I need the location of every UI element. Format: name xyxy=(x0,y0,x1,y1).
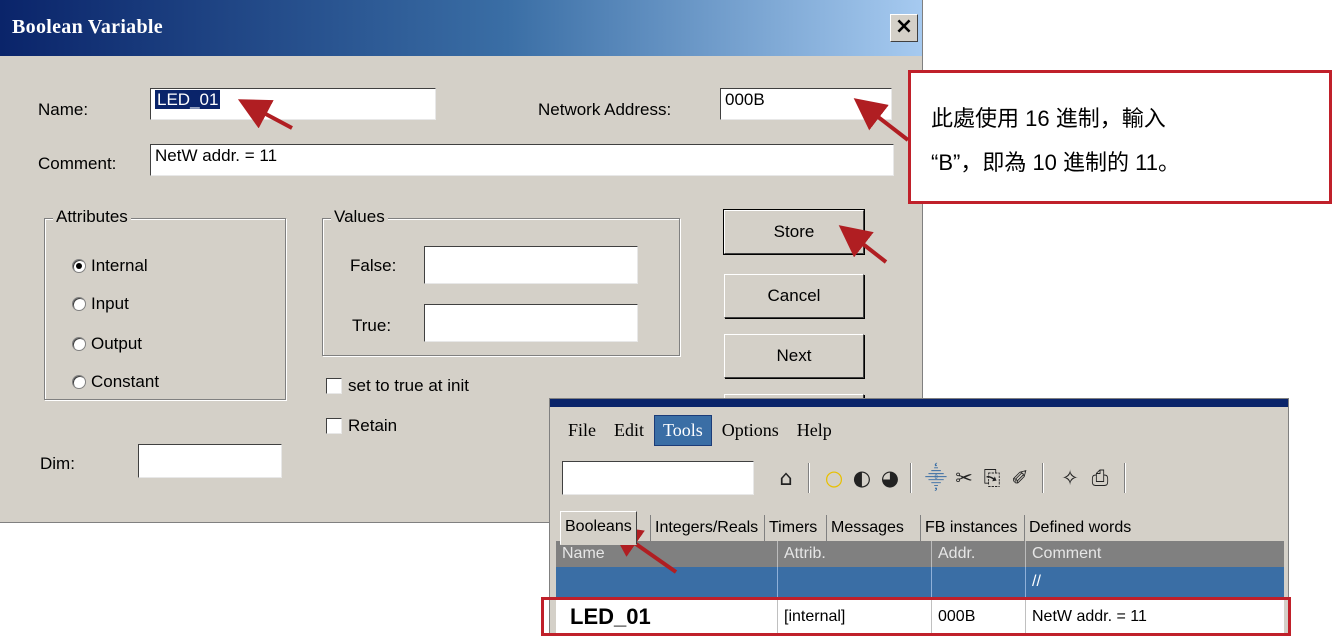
set-true-at-init-checkbox[interactable]: set to true at init xyxy=(326,376,469,396)
retain-label: Retain xyxy=(348,416,398,435)
copy-icon[interactable]: ⎘ xyxy=(978,465,1006,491)
radio-output-label: Output xyxy=(91,334,143,353)
clock-icon[interactable]: ◕ xyxy=(876,465,904,491)
tab-timers[interactable]: Timers xyxy=(764,515,821,541)
cell-addr xyxy=(932,567,1026,597)
toolbar-separator xyxy=(1124,463,1126,493)
tab-defined-words[interactable]: Defined words xyxy=(1024,515,1135,541)
radio-dot xyxy=(72,297,86,311)
radio-internal-label: Internal xyxy=(91,256,148,275)
radio-internal[interactable]: Internal xyxy=(72,256,148,276)
set-true-at-init-label: set to true at init xyxy=(348,376,469,395)
menu-help[interactable]: Help xyxy=(789,416,840,445)
menu-bar: File Edit Tools Options Help xyxy=(550,407,1288,453)
cut-icon[interactable]: ✂ xyxy=(950,465,978,491)
toolbar-search-input[interactable] xyxy=(562,461,754,495)
toolbar-separator xyxy=(910,463,912,493)
radio-dot xyxy=(72,337,86,351)
radio-dot-selected xyxy=(72,259,86,273)
column-header-attrib[interactable]: Attrib. xyxy=(778,541,932,567)
false-value-input[interactable] xyxy=(424,246,638,284)
menu-edit[interactable]: Edit xyxy=(606,416,652,445)
paste-icon[interactable]: ✐ xyxy=(1006,465,1034,491)
open-icon[interactable]: ⌂ xyxy=(772,465,800,491)
radio-input[interactable]: Input xyxy=(72,294,129,314)
radio-constant[interactable]: Constant xyxy=(72,372,159,392)
tab-fb-instances[interactable]: FB instances xyxy=(920,515,1021,541)
checkbox-box xyxy=(326,418,342,434)
values-legend: Values xyxy=(331,207,388,227)
dialog-title: Boolean Variable xyxy=(12,16,163,38)
network-address-input[interactable]: 000B xyxy=(720,88,892,120)
toolbar-separator xyxy=(808,463,810,493)
row-highlight-box xyxy=(541,597,1291,636)
window-title-strip xyxy=(550,399,1288,407)
cancel-button[interactable]: Cancel xyxy=(724,274,864,318)
callout-line-1: 此處使用 16 進制，輸入 xyxy=(931,106,1166,131)
next-button[interactable]: Next xyxy=(724,334,864,378)
retain-checkbox[interactable]: Retain xyxy=(326,416,397,436)
table-row-selected[interactable]: // xyxy=(556,567,1284,597)
menu-options[interactable]: Options xyxy=(714,416,787,445)
column-header-addr[interactable]: Addr. xyxy=(932,541,1026,567)
split-icon[interactable]: ⸎ xyxy=(922,465,950,491)
true-label: True: xyxy=(352,316,392,335)
comment-input[interactable]: NetW addr. = 11 xyxy=(150,144,894,176)
cell-attrib xyxy=(778,567,932,597)
name-label: Name: xyxy=(38,100,89,119)
print-icon[interactable]: ⎙ xyxy=(1086,465,1114,491)
radio-constant-label: Constant xyxy=(91,372,160,391)
tab-integers-reals[interactable]: Integers/Reals xyxy=(650,515,762,541)
radio-input-label: Input xyxy=(91,294,129,313)
annotation-callout: 此處使用 16 進制，輸入 “B”，即為 10 進制的 11。 xyxy=(908,70,1332,204)
half-circle-icon[interactable]: ◐ xyxy=(848,465,876,491)
menu-file[interactable]: File xyxy=(560,416,604,445)
wand-icon[interactable]: ✧ xyxy=(1056,465,1084,491)
circle-yellow-icon[interactable]: ○ xyxy=(820,465,848,491)
callout-line-2: “B”，即為 10 進制的 11。 xyxy=(931,150,1180,175)
dim-label: Dim: xyxy=(40,454,75,473)
cell-name xyxy=(556,567,778,597)
toolbar: ⌂ ○ ◐ ◕ ⸎ ✂ ⎘ ✐ ✧ ⎙ xyxy=(550,455,1288,501)
false-label: False: xyxy=(350,256,397,275)
menu-tools[interactable]: Tools xyxy=(654,414,712,446)
grid-header: Name Attrib. Addr. Comment xyxy=(556,541,1284,567)
name-input[interactable]: LED_01 xyxy=(150,88,436,120)
tab-strip: Booleans Integers/Reals Timers Messages … xyxy=(550,511,1288,545)
toolbar-separator xyxy=(1042,463,1044,493)
dialog-title-bar[interactable]: Boolean Variable × xyxy=(0,0,922,56)
radio-dot xyxy=(72,375,86,389)
close-button[interactable]: × xyxy=(890,14,918,42)
tab-messages[interactable]: Messages xyxy=(826,515,908,541)
name-input-value: LED_01 xyxy=(155,90,221,109)
comment-label: Comment: xyxy=(38,154,117,173)
column-header-comment[interactable]: Comment xyxy=(1026,541,1284,567)
dim-input[interactable] xyxy=(138,444,282,478)
cell-comment: // xyxy=(1032,573,1041,590)
radio-output[interactable]: Output xyxy=(72,334,142,354)
network-address-label: Network Address: xyxy=(538,100,672,119)
true-value-input[interactable] xyxy=(424,304,638,342)
store-button[interactable]: Store xyxy=(723,209,865,255)
tab-booleans[interactable]: Booleans xyxy=(560,511,637,545)
attributes-legend: Attributes xyxy=(53,207,131,227)
checkbox-box xyxy=(326,378,342,394)
